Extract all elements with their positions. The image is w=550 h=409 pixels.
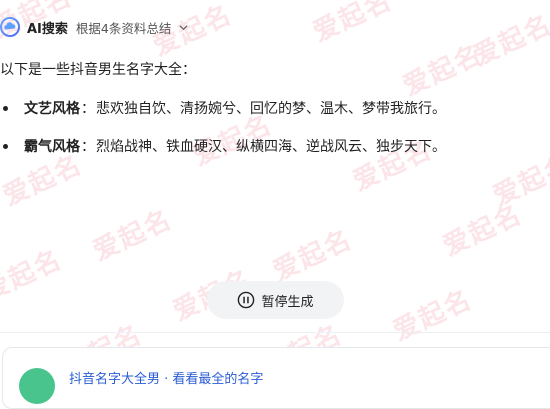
style-name: 霸气风格	[24, 139, 80, 155]
watermark: 爱起名	[268, 224, 358, 288]
style-name: 文艺风格	[24, 101, 80, 117]
pause-icon	[238, 291, 255, 309]
answer-intro: 以下是一些抖音男生名字大全：	[0, 62, 196, 78]
ai-search-header[interactable]: AI搜索 根据4条资料总结	[0, 14, 189, 40]
colon: ：	[81, 101, 95, 117]
chevron-down-icon[interactable]	[178, 22, 189, 33]
pause-generation-label: 暂停生成	[261, 294, 314, 310]
name-examples: 烈焰战神、铁血硬汉、纵横四海、逆战风云、独步天下。	[96, 139, 446, 155]
divider	[0, 332, 550, 333]
ai-search-logo-icon	[0, 17, 20, 37]
watermark: 爱起名	[88, 204, 178, 268]
watermark: 爱起名	[388, 284, 478, 348]
watermark: 爱起名	[488, 149, 550, 213]
source-summary-label: 根据4条资料总结	[75, 20, 172, 36]
ai-search-title: AI搜索	[27, 21, 68, 37]
result-card-title[interactable]: 抖音名字大全男 · 看看最全的名字	[69, 368, 263, 387]
watermark: 爱起名	[0, 244, 68, 308]
pause-generation-button[interactable]: 暂停生成	[207, 281, 344, 319]
bullet	[3, 105, 8, 111]
avatar	[19, 368, 55, 404]
watermark: 爱起名	[308, 0, 398, 49]
name-examples: 悲欢独自饮、清扬婉兮、回忆的梦、温木、梦带我旅行。	[96, 101, 446, 117]
list-item: 文艺风格 ： 悲欢独自饮、清扬婉兮、回忆的梦、温木、梦带我旅行。	[0, 98, 446, 118]
list-item: 霸气风格 ： 烈焰战神、铁血硬汉、纵横四海、逆战风云、独步天下。	[0, 136, 446, 156]
watermark: 爱起名	[438, 199, 528, 263]
result-card[interactable]: 抖音名字大全男 · 看看最全的名字	[2, 347, 550, 409]
watermark: 爱起名	[468, 9, 550, 73]
colon: ：	[81, 139, 95, 155]
bullet	[3, 143, 8, 149]
watermark: 爱起名	[398, 39, 488, 103]
